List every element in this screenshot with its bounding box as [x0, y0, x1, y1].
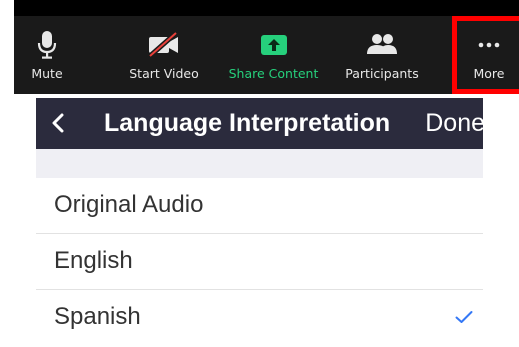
start-video-button[interactable]: Start Video	[124, 16, 204, 94]
language-interpretation-panel: Language Interpretation Done Original Au…	[36, 98, 483, 347]
participants-label: Participants	[345, 66, 419, 81]
microphone-icon	[37, 28, 57, 62]
share-arrow-icon	[260, 28, 288, 62]
done-button[interactable]: Done	[425, 109, 483, 138]
back-button[interactable]	[47, 111, 71, 135]
option-label: Spanish	[54, 303, 141, 330]
video-off-icon	[146, 28, 182, 62]
option-spanish[interactable]: Spanish	[36, 290, 483, 346]
section-spacer	[36, 149, 483, 178]
option-english[interactable]: English	[36, 234, 483, 290]
share-content-button[interactable]: Share Content	[226, 16, 321, 94]
mute-button[interactable]: Mute	[22, 16, 72, 94]
toolbar-top-strip	[14, 0, 519, 16]
participants-icon	[366, 28, 398, 62]
start-video-label: Start Video	[129, 66, 199, 81]
chevron-left-icon	[52, 113, 64, 133]
more-highlight-box	[452, 16, 519, 94]
option-original-audio[interactable]: Original Audio	[36, 178, 483, 234]
mute-label: Mute	[31, 66, 63, 81]
participants-button[interactable]: Participants	[340, 16, 424, 94]
checkmark-icon	[455, 311, 473, 323]
nav-bar: Language Interpretation Done	[36, 98, 483, 149]
option-label: Original Audio	[54, 191, 204, 218]
panel-title: Language Interpretation	[104, 109, 391, 137]
meeting-toolbar: Mute Start Video Share Content Participa…	[14, 0, 519, 94]
language-list: Original Audio English Spanish	[36, 178, 483, 346]
option-label: English	[54, 247, 133, 274]
share-content-label: Share Content	[228, 66, 319, 81]
